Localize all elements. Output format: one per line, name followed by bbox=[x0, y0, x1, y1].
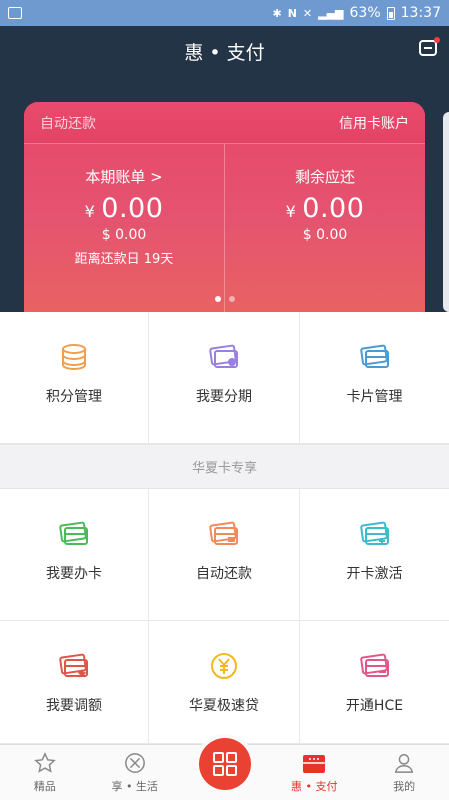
points-management-label: 积分管理 bbox=[46, 389, 102, 405]
activate-card[interactable]: 开卡激活 bbox=[300, 489, 449, 621]
section-title: 华夏卡专享 bbox=[0, 444, 449, 489]
carousel-dot-2 bbox=[228, 296, 235, 302]
card-installment-icon bbox=[209, 342, 239, 372]
center-menu-button[interactable] bbox=[199, 738, 251, 790]
tab-featured[interactable]: 精品 bbox=[0, 745, 90, 800]
enable-hce-label: 开通HCE bbox=[345, 698, 404, 714]
gallery-notification-icon bbox=[8, 7, 22, 19]
life-icon bbox=[124, 753, 145, 773]
signal-icon: ▂▄▆ bbox=[318, 6, 344, 20]
apply-card-icon bbox=[59, 519, 89, 549]
status-bar: ✱ N ✕ ▂▄▆ 63% 13:37 bbox=[0, 0, 449, 26]
exclusive-grid: 我要办卡 自动还款 开卡激活 我要调额 华夏极速贷 开通HCE bbox=[0, 489, 449, 744]
grid-icon bbox=[213, 752, 237, 776]
person-icon bbox=[394, 754, 414, 773]
activate-card-label: 开卡激活 bbox=[346, 566, 403, 582]
installment[interactable]: 我要分期 bbox=[149, 312, 300, 444]
auto-repay-icon bbox=[209, 519, 239, 549]
yen-symbol: ¥ bbox=[84, 202, 96, 221]
apply-card[interactable]: 我要办卡 bbox=[0, 489, 149, 621]
tab-mine-label: 我的 bbox=[393, 780, 416, 793]
yuan-loan-icon bbox=[209, 651, 239, 681]
message-icon[interactable] bbox=[419, 37, 440, 56]
nfc-icon: N bbox=[287, 6, 297, 20]
coins-icon bbox=[59, 342, 89, 372]
remaining-due[interactable]: 剩余应还 ¥0.00 $ 0.00 bbox=[224, 144, 425, 312]
current-bill-amount: 0.00 bbox=[101, 193, 164, 224]
adjust-limit-label: 我要调额 bbox=[46, 698, 102, 714]
express-loan-label: 华夏极速贷 bbox=[189, 698, 259, 714]
carousel-dot-1 bbox=[214, 296, 221, 302]
enable-hce[interactable]: 开通HCE bbox=[300, 621, 449, 744]
next-card-peek[interactable] bbox=[443, 112, 449, 312]
adjust-limit-icon bbox=[59, 651, 89, 681]
tab-life[interactable]: 享 • 生活 bbox=[90, 745, 180, 800]
due-date-text: 距离还款日 19天 bbox=[74, 252, 174, 267]
battery-icon bbox=[386, 6, 395, 20]
adjust-limit[interactable]: 我要调额 bbox=[0, 621, 149, 744]
activate-card-icon bbox=[359, 519, 390, 549]
remaining-due-amount: 0.00 bbox=[302, 193, 365, 224]
remaining-due-title: 剩余应还 bbox=[294, 168, 355, 186]
current-bill-title: 本期账单 > bbox=[85, 168, 163, 186]
yen-symbol: ¥ bbox=[285, 202, 297, 221]
express-loan[interactable]: 华夏极速贷 bbox=[149, 621, 300, 744]
tab-mine[interactable]: 我的 bbox=[359, 745, 449, 800]
mute-icon: ✕ bbox=[302, 6, 313, 20]
current-bill-usd: $ 0.00 bbox=[101, 227, 147, 243]
tab-life-label: 享 • 生活 bbox=[111, 780, 158, 793]
header: 惠 • 支付 自动还款 信用卡账户 本期账单 > ¥0.00 $ 0.00 距离… bbox=[0, 26, 449, 312]
tab-payment[interactable]: 惠 • 支付 bbox=[269, 745, 359, 800]
points-management[interactable]: 积分管理 bbox=[0, 312, 149, 444]
bluetooth-icon: ✱ bbox=[272, 6, 282, 20]
credit-card-panel[interactable]: 自动还款 信用卡账户 本期账单 > ¥0.00 $ 0.00 距离还款日 19天… bbox=[24, 102, 425, 312]
card-account-label[interactable]: 信用卡账户 bbox=[339, 113, 409, 133]
star-icon bbox=[34, 752, 56, 773]
service-grid: 积分管理 我要分期 卡片管理 bbox=[0, 312, 449, 444]
cards-icon bbox=[359, 342, 390, 372]
installment-label: 我要分期 bbox=[196, 389, 252, 405]
auto-repay[interactable]: 自动还款 bbox=[149, 489, 300, 621]
auto-repay-label-cell: 自动还款 bbox=[196, 566, 252, 582]
clock: 13:37 bbox=[400, 5, 441, 21]
tab-payment-label: 惠 • 支付 bbox=[291, 780, 338, 793]
wallet-icon bbox=[303, 755, 326, 773]
carousel-indicator bbox=[0, 296, 449, 302]
page-title: 惠 • 支付 bbox=[184, 42, 265, 64]
hce-card-icon bbox=[359, 651, 390, 681]
card-management[interactable]: 卡片管理 bbox=[300, 312, 449, 444]
tab-featured-label: 精品 bbox=[33, 780, 56, 793]
card-management-label: 卡片管理 bbox=[346, 389, 403, 405]
battery-percent: 63% bbox=[349, 5, 381, 21]
auto-repay-label[interactable]: 自动还款 bbox=[40, 113, 96, 133]
current-bill[interactable]: 本期账单 > ¥0.00 $ 0.00 距离还款日 19天 bbox=[24, 144, 224, 312]
apply-card-label: 我要办卡 bbox=[46, 566, 102, 582]
remaining-due-usd: $ 0.00 bbox=[302, 227, 348, 243]
